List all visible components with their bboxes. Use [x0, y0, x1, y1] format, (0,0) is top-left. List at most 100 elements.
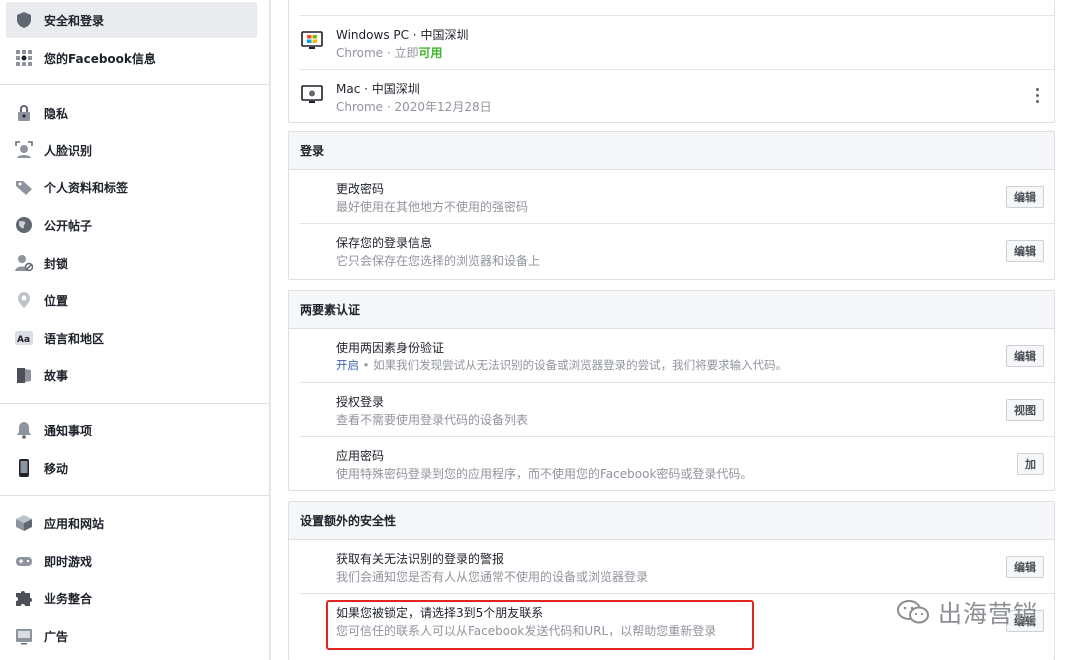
- sidebar-item-label: 您的Facebook信息: [44, 51, 156, 66]
- sidebar-item-label: 故事: [44, 368, 69, 383]
- row-title: 授权登录: [336, 395, 385, 409]
- device-list-top: [299, 0, 1054, 16]
- row-title: 应用密码: [336, 449, 385, 463]
- grid-icon: [14, 48, 34, 68]
- edit-button[interactable]: 编辑: [1006, 556, 1044, 578]
- sidebar-item-security-login[interactable]: 安全和登录: [6, 2, 257, 38]
- device-active-status: 可用: [418, 46, 443, 60]
- sidebar-item-label: 个人资料和标签: [44, 180, 129, 195]
- sidebar-item-location[interactable]: 位置: [6, 282, 257, 318]
- sidebar-item-blocking[interactable]: 封锁: [6, 245, 257, 281]
- sidebar-item-ads[interactable]: 广告: [6, 618, 257, 654]
- watermark-text: 出海营销: [938, 600, 1038, 628]
- save-login-info-row[interactable]: 保存您的登录信息 它只会保存在您选择的浏览器和设备上 编辑: [299, 224, 1054, 278]
- globe-icon: [14, 215, 34, 235]
- sidebar-item-label: 通知事项: [44, 423, 93, 438]
- row-description: 开启 • 如果我们发现尝试从无法识别的设备或浏览器登录的尝试，我们将要求输入代码…: [336, 357, 787, 373]
- settings-main: Windows PC · 中国深圳 Chrome · 立即可用 Mac · 中国…: [271, 0, 1080, 660]
- block-user-icon: [14, 253, 34, 273]
- shield-icon: [14, 10, 34, 30]
- section-header: 登录: [289, 132, 1054, 170]
- section-header: 设置额外的安全性: [289, 502, 1054, 540]
- row-description: 最好使用在其他地方不使用的强密码: [336, 200, 529, 214]
- device-row-windows[interactable]: Windows PC · 中国深圳 Chrome · 立即可用: [299, 16, 1054, 70]
- row-title: 保存您的登录信息: [336, 236, 433, 250]
- authorized-logins-row[interactable]: 授权登录 查看不需要使用登录代码的设备列表 视图: [299, 383, 1054, 437]
- device-row-mac[interactable]: Mac · 中国深圳 Chrome · 2020年12月28日: [299, 70, 1054, 124]
- sidebar-item-apps-websites[interactable]: 应用和网站: [6, 505, 257, 541]
- sidebar-item-label: 业务整合: [44, 591, 93, 606]
- tag-icon: [14, 177, 34, 197]
- sidebar-item-your-info[interactable]: 您的Facebook信息: [6, 40, 257, 76]
- edit-button[interactable]: 编辑: [1006, 240, 1044, 262]
- row-title: 使用两因素身份验证: [336, 341, 445, 355]
- row-title: 更改密码: [336, 182, 385, 196]
- sidebar-item-label: 封锁: [44, 256, 69, 271]
- sidebar-item-business-integrations[interactable]: 业务整合: [6, 580, 257, 616]
- row-title: 获取有关无法识别的登录的警报: [336, 552, 505, 566]
- sidebar-item-label: 应用和网站: [44, 516, 105, 531]
- edit-button[interactable]: 编辑: [1006, 345, 1044, 367]
- game-icon: [14, 551, 34, 571]
- apps-icon: [14, 513, 34, 533]
- settings-sidebar: 安全和登录 您的Facebook信息 隐私 人脸识别 个人资料和标签 公开帖子 …: [0, 0, 270, 660]
- sidebar-item-instant-games[interactable]: 即时游戏: [6, 543, 257, 579]
- sidebar-divider: [0, 84, 270, 85]
- sidebar-divider: [0, 495, 270, 496]
- face-icon: [14, 140, 34, 160]
- sidebar-item-face-recognition[interactable]: 人脸识别: [6, 132, 257, 168]
- svg-text:Aa: Aa: [17, 335, 30, 345]
- sidebar-item-privacy[interactable]: 隐私: [6, 95, 257, 131]
- sidebar-item-label: 广告: [44, 629, 69, 644]
- login-card: 登录 更改密码 最好使用在其他地方不使用的强密码 编辑 保存您的登录信息 它只会…: [288, 131, 1055, 280]
- puzzle-icon: [14, 588, 34, 608]
- sidebar-item-mobile[interactable]: 移动: [6, 450, 257, 486]
- sidebar-item-profile-tagging[interactable]: 个人资料和标签: [6, 169, 257, 205]
- language-icon: Aa: [14, 328, 34, 348]
- sidebar-item-label: 人脸识别: [44, 143, 93, 158]
- two-factor-description: • 如果我们发现尝试从无法识别的设备或浏览器登录的尝试，我们将要求输入代码。: [359, 358, 788, 372]
- story-icon: [14, 365, 34, 385]
- device-meta: Chrome · 立即可用: [336, 44, 443, 61]
- sidebar-divider: [0, 403, 270, 404]
- location-pin-icon: [14, 290, 34, 310]
- lock-icon: [14, 103, 34, 123]
- view-button[interactable]: 视图: [1006, 399, 1044, 421]
- bell-icon: [14, 420, 34, 440]
- mac-icon: [301, 85, 323, 105]
- wechat-icon: [897, 599, 929, 623]
- row-description: 使用特殊密码登录到您的应用程序，而不使用您的Facebook密码或登录代码。: [336, 467, 753, 481]
- two-factor-auth-row[interactable]: 使用两因素身份验证 开启 • 如果我们发现尝试从无法识别的设备或浏览器登录的尝试…: [299, 329, 1054, 383]
- device-browser-time: Chrome · 2020年12月28日: [336, 100, 492, 114]
- sidebar-item-public-posts[interactable]: 公开帖子: [6, 207, 257, 243]
- edit-button[interactable]: 编辑: [1006, 186, 1044, 208]
- app-passwords-row[interactable]: 应用密码 使用特殊密码登录到您的应用程序，而不使用您的Facebook密码或登录…: [299, 437, 1054, 491]
- windows-pc-icon: [301, 31, 323, 51]
- change-password-row[interactable]: 更改密码 最好使用在其他地方不使用的强密码 编辑: [299, 170, 1054, 224]
- sidebar-item-stories[interactable]: 故事: [6, 357, 257, 393]
- device-browser-time: Chrome · 立即: [336, 46, 419, 60]
- sidebar-item-notifications[interactable]: 通知事项: [6, 412, 257, 448]
- sidebar-item-label: 位置: [44, 293, 69, 308]
- sidebar-item-label: 语言和地区: [44, 331, 105, 346]
- mobile-icon: [14, 458, 34, 478]
- row-description: 查看不需要使用登录代码的设备列表: [336, 413, 529, 427]
- device-name: Mac · 中国深圳: [336, 82, 420, 96]
- row-description: 我们会通知您是否有人从您通常不使用的设备或浏览器登录: [336, 570, 649, 584]
- section-header: 两要素认证: [289, 291, 1054, 329]
- sidebar-item-label: 公开帖子: [44, 218, 93, 233]
- highlight-box: [326, 600, 754, 650]
- device-name: Windows PC · 中国深圳: [336, 28, 469, 42]
- more-options-icon[interactable]: [1036, 88, 1040, 106]
- two-factor-status: 开启: [336, 358, 359, 372]
- row-description: 它只会保存在您选择的浏览器和设备上: [336, 254, 541, 268]
- two-factor-card: 两要素认证 使用两因素身份验证 开启 • 如果我们发现尝试从无法识别的设备或浏览…: [288, 290, 1055, 491]
- unrecognized-login-alerts-row[interactable]: 获取有关无法识别的登录的警报 我们会通知您是否有人从您通常不使用的设备或浏览器登…: [299, 540, 1054, 594]
- sidebar-item-label: 安全和登录: [44, 13, 105, 28]
- add-button[interactable]: 加: [1017, 453, 1044, 475]
- sidebar-item-label: 移动: [44, 461, 69, 476]
- watermark: 出海营销: [896, 594, 1038, 629]
- sidebar-item-language-region[interactable]: Aa 语言和地区: [6, 320, 257, 356]
- ads-icon: [14, 626, 34, 646]
- sidebar-item-label: 即时游戏: [44, 554, 93, 569]
